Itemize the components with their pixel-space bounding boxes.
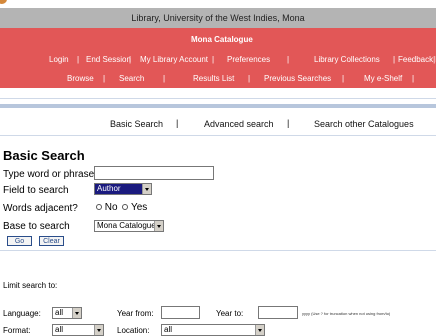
- radio-yes[interactable]: [122, 204, 129, 210]
- separator: |: [163, 74, 166, 83]
- base-to-search-value: Mona Catalogue: [97, 221, 156, 230]
- divider-line: [0, 104, 436, 108]
- divider-line: [0, 98, 436, 99]
- language-select[interactable]: all: [52, 307, 82, 319]
- separator: |: [212, 55, 215, 64]
- divider-line: [0, 250, 436, 251]
- nav-library-collections[interactable]: Library Collections: [314, 55, 380, 64]
- catalogue-title: Mona Catalogue: [191, 35, 253, 44]
- location-value: all: [164, 325, 173, 334]
- library-banner: Library, University of the West Indies, …: [0, 8, 436, 28]
- radio-no[interactable]: [96, 204, 102, 210]
- separator: |: [176, 118, 179, 128]
- format-select[interactable]: all: [52, 324, 104, 336]
- nav-browse[interactable]: Browse: [67, 74, 94, 83]
- chevron-down-icon: [142, 184, 151, 194]
- year-hint-text: yyyy (Use ? for truncation when not usin…: [302, 311, 391, 316]
- nav-search[interactable]: Search: [119, 74, 144, 83]
- chevron-down-icon: [72, 308, 81, 318]
- tab-search-other-catalogues[interactable]: Search other Catalogues: [314, 119, 414, 129]
- divider-line: [0, 135, 436, 136]
- word-phrase-label: Type word or phrase: [3, 169, 95, 180]
- field-to-search-select[interactable]: Author: [94, 183, 152, 195]
- language-value: all: [55, 308, 64, 317]
- field-to-search-label: Field to search: [3, 185, 69, 196]
- nav-my-library-account[interactable]: My Library Account: [140, 55, 208, 64]
- nav-preferences[interactable]: Preferences: [227, 55, 270, 64]
- separator: |: [103, 74, 106, 83]
- radio-yes-label: Yes: [130, 202, 148, 213]
- basic-search-heading: Basic Search: [3, 148, 85, 163]
- nav-my-eshelf[interactable]: My e-Shelf: [364, 74, 402, 83]
- adjacent-radio-group: No Yes: [96, 202, 147, 213]
- format-value: all: [55, 325, 64, 334]
- go-button[interactable]: Go: [7, 236, 32, 246]
- catalogue-nav-panel: Mona Catalogue Login | End Session | My …: [0, 28, 436, 88]
- tab-advanced-search[interactable]: Advanced search: [204, 119, 274, 129]
- year-from-label: Year from:: [117, 309, 154, 318]
- separator: |: [129, 55, 132, 64]
- nav-end-session[interactable]: End Session: [86, 55, 131, 64]
- search-tabs: Basic Search | Advanced search | Search …: [0, 117, 436, 131]
- separator: |: [412, 74, 415, 83]
- logo-fragment: [0, 0, 7, 4]
- radio-no-label: No: [104, 202, 118, 213]
- chevron-down-icon: [154, 221, 163, 231]
- tab-basic-search[interactable]: Basic Search: [110, 119, 163, 129]
- language-label: Language:: [3, 309, 41, 318]
- nav-login[interactable]: Login: [49, 55, 69, 64]
- separator: |: [248, 74, 251, 83]
- word-phrase-input[interactable]: [94, 166, 214, 180]
- year-to-label: Year to:: [216, 309, 244, 318]
- words-adjacent-label: Words adjacent?: [3, 203, 78, 214]
- nav-feedback-help[interactable]: Feedback|Hel: [398, 55, 436, 64]
- separator: |: [77, 55, 80, 64]
- location-select[interactable]: all: [161, 324, 265, 336]
- year-to-input[interactable]: [258, 306, 298, 319]
- field-to-search-value: Author: [97, 184, 121, 193]
- nav-previous-searches[interactable]: Previous Searches: [264, 74, 331, 83]
- separator: |: [342, 74, 345, 83]
- base-to-search-select[interactable]: Mona Catalogue: [94, 220, 164, 232]
- clear-button[interactable]: Clear: [39, 236, 64, 246]
- nav-results-list[interactable]: Results List: [193, 74, 234, 83]
- limit-search-heading: Limit search to:: [3, 281, 58, 290]
- separator: |: [393, 55, 396, 64]
- separator: |: [287, 55, 290, 64]
- separator: |: [287, 118, 290, 128]
- base-to-search-label: Base to search: [3, 221, 70, 232]
- year-from-input[interactable]: [161, 306, 200, 319]
